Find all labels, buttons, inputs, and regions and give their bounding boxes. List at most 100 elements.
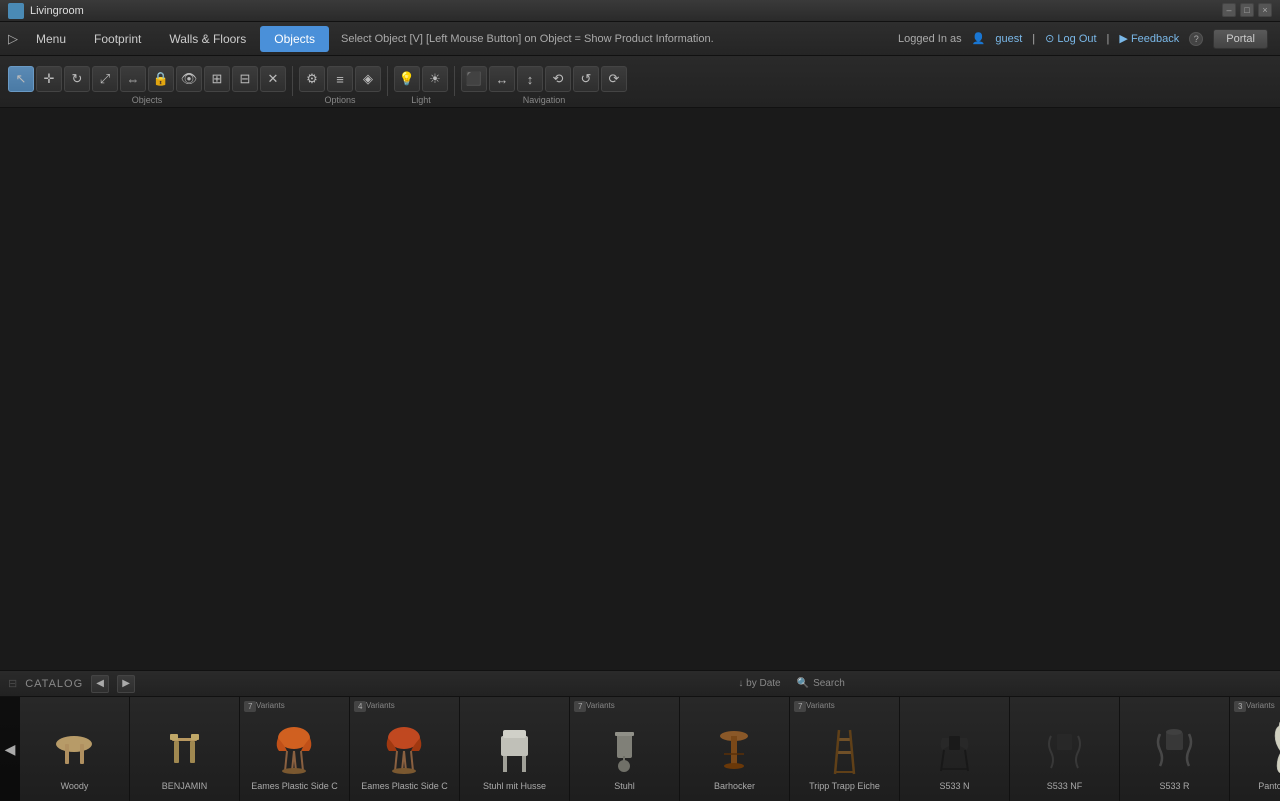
toolbar-group-navigation: ⬛ ↔ ↕ ⟲ ↺ ⟳ Navigation [461,66,627,105]
toolbar-eye-btn[interactable]: 👁 [176,66,202,92]
catalog-item-eames1[interactable]: 7 Variants E [240,697,350,801]
toolbar-group-options: ⚙ ≡ ◈ Options [299,66,381,105]
menu-bar: ▷ Menu Footprint Walls & Floors Objects … [0,22,1280,56]
light-label: Light [411,95,431,105]
variant-badge-eames1: 7 [244,701,256,712]
item-icon-s533n [920,714,990,779]
item-icon-s533nf [1030,714,1100,779]
app-icon [8,3,24,19]
toolbar-nav5-btn[interactable]: ↺ [573,66,599,92]
help-icon[interactable]: ? [1189,32,1203,46]
toolbar-rotate-btn[interactable]: ↻ [64,66,90,92]
menu-hint: Select Object [V] [Left Mouse Button] on… [341,33,898,45]
variant-label-stuhl: Variants [586,701,615,710]
close-button[interactable]: × [1258,3,1272,17]
navigation-label: Navigation [523,95,566,105]
toolbar-option1-btn[interactable]: ⚙ [299,66,325,92]
minimize-button[interactable]: – [1222,3,1236,17]
item-name-s533n: S533 N [935,781,973,791]
catalog-item-s533r[interactable]: S533 R [1120,697,1230,801]
item-name-benjamin: BENJAMIN [158,781,212,791]
catalog-item-stuhl[interactable]: 7 Variants Stuhl [570,697,680,801]
catalog-item-s533n[interactable]: S533 N [900,697,1010,801]
toolbar-sep-2 [387,66,388,96]
toolbar-mirror-btn[interactable]: ⇔ [120,66,146,92]
toolbar-light1-btn[interactable]: 💡 [394,66,420,92]
toolbar-nav1-btn[interactable]: ⬛ [461,66,487,92]
toolbar-ungroup-btn[interactable]: ⊟ [232,66,258,92]
item-icon-eames2 [370,714,440,779]
catalog-item-tripp[interactable]: 7 Variants Tripp Trapp Eiche [790,697,900,801]
item-name-eames2: Eames Plastic Side C [357,781,452,791]
menu-item-menu[interactable]: Menu [22,26,80,52]
viewport-container: ▼ ◀ [0,108,1280,670]
objects-label: Objects [132,95,163,105]
options-label: Options [324,95,355,105]
menu-item-footprint[interactable]: Footprint [80,26,155,52]
logged-in-label: Logged In as [898,33,962,45]
catalog-sort[interactable]: ↓ by Date [738,678,780,689]
catalog-item-barhocker[interactable]: Barhocker [680,697,790,801]
item-name-stuhl-husse: Stuhl mit Husse [479,781,550,791]
item-icon-benjamin [150,714,220,779]
catalog-item-s533nf[interactable]: S533 NF [1010,697,1120,801]
catalog-item-woody[interactable]: Woody [20,697,130,801]
window-title: Livingroom [30,5,1272,17]
variant-label-eames1: Variants [256,701,285,710]
catalog-items-container: ◀ Woody [0,697,1280,801]
catalog-item-stuhl-husse[interactable]: Stuhl mit Husse [460,697,570,801]
variant-badge-panton: 3 [1234,701,1246,712]
variant-label-panton: Variants [1246,701,1275,710]
catalog-next-page-btn[interactable]: ▶ [117,675,135,693]
separator: | [1032,33,1035,45]
toolbar-lock-btn[interactable]: 🔒 [148,66,174,92]
toolbar-nav3-btn[interactable]: ↕ [517,66,543,92]
item-icon-tripp [810,714,880,779]
catalog-header: ⊟ CATALOG ◀ ▶ ↓ by Date 🔍 Search × [0,671,1280,697]
item-icon-stuhl-husse [480,714,550,779]
item-icon-woody [40,714,110,779]
toolbar-option3-btn[interactable]: ◈ [355,66,381,92]
toolbar-nav2-btn[interactable]: ↔ [489,66,515,92]
item-name-barhocker: Barhocker [710,781,759,791]
username[interactable]: guest [995,33,1022,45]
toolbar-move-btn[interactable]: ✛ [36,66,62,92]
item-name-stuhl: Stuhl [610,781,639,791]
catalog-scroll-prev[interactable]: ◀ [0,697,20,801]
catalog-item-eames2[interactable]: 4 Variants E [350,697,460,801]
catalog-bar: ⊟ CATALOG ◀ ▶ ↓ by Date 🔍 Search × ◀ [0,670,1280,800]
catalog-item-benjamin[interactable]: BENJAMIN [130,697,240,801]
catalog-prev-page-btn[interactable]: ◀ [91,675,109,693]
toolbar-nav4-btn[interactable]: ⟲ [545,66,571,92]
toolbar-scale-btn[interactable]: ⤢ [92,66,118,92]
item-name-s533nf: S533 NF [1043,781,1087,791]
toolbar-light2-btn[interactable]: ☀ [422,66,448,92]
menu-item-objects[interactable]: Objects [260,26,329,52]
light-buttons: 💡 ☀ [394,66,448,92]
item-name-tripp: Tripp Trapp Eiche [805,781,884,791]
toolbar-sep-3 [454,66,455,96]
viewport-column: ▼ ◀ ⊟ CATALOG ◀ ▶ ↓ by Date 🔍 Search [0,108,1280,800]
objects-buttons: ↖ ✛ ↻ ⤢ ⇔ 🔒 👁 ⊞ ⊟ ✕ [8,66,286,92]
portal-button[interactable]: Portal [1213,29,1268,49]
item-icon-s533r [1140,714,1210,779]
restore-button[interactable]: □ [1240,3,1254,17]
toolbar-group-btn[interactable]: ⊞ [204,66,230,92]
cursor-icon: ▷ [8,31,18,47]
nav-buttons: ⬛ ↔ ↕ ⟲ ↺ ⟳ [461,66,627,92]
separator2: | [1107,33,1110,45]
toolbar: ↖ ✛ ↻ ⤢ ⇔ 🔒 👁 ⊞ ⊟ ✕ Objects ⚙ ≡ ◈ Option… [0,56,1280,108]
menu-item-walls-floors[interactable]: Walls & Floors [155,26,260,52]
toolbar-select-btn[interactable]: ↖ [8,66,34,92]
feedback-link[interactable]: ▶ Feedback [1119,32,1179,45]
logout-icon: ⊙ [1045,33,1054,45]
toolbar-delete-btn[interactable]: ✕ [260,66,286,92]
toolbar-nav6-btn[interactable]: ⟳ [601,66,627,92]
toolbar-option2-btn[interactable]: ≡ [327,66,353,92]
variant-badge-stuhl: 7 [574,701,586,712]
logout-link[interactable]: ⊙ Log Out [1045,32,1096,45]
item-name-eames1: Eames Plastic Side C [247,781,342,791]
catalog-search[interactable]: 🔍 Search [797,678,845,689]
catalog-item-panton[interactable]: 3 Variants Panton Chair [1230,697,1280,801]
catalog-icon: ⊟ [8,677,17,690]
